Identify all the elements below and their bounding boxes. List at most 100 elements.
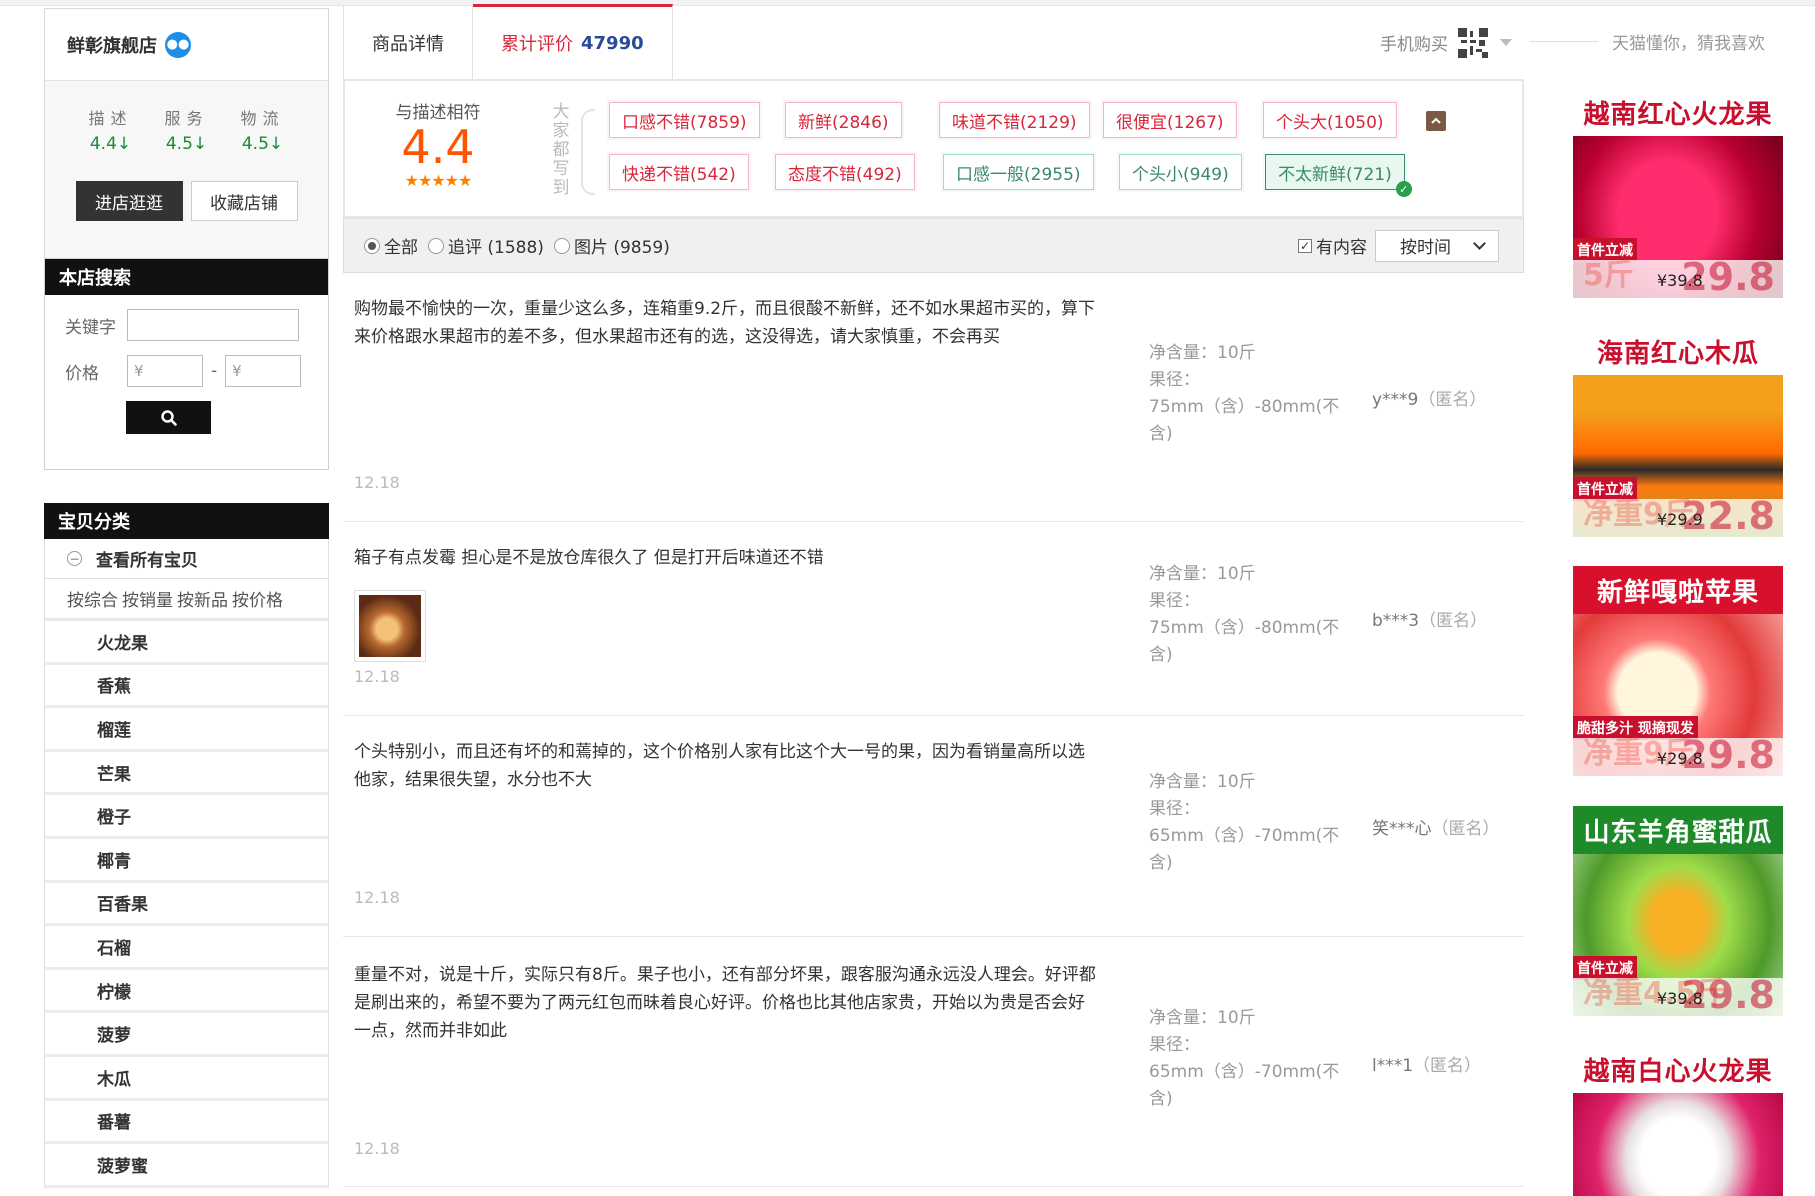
- category-item[interactable]: 火龙果: [44, 621, 329, 665]
- arrow-down-icon: ↓: [268, 134, 284, 154]
- product-title: 新鲜嘎啦苹果: [1573, 566, 1783, 614]
- sort-select[interactable]: 按时间: [1375, 229, 1499, 262]
- keyword-input[interactable]: [127, 309, 299, 341]
- recommend-item[interactable]: 山东羊角蜜甜瓜 首件立减 净重4.5斤 29.8 ¥39.8: [1573, 806, 1783, 1016]
- review-sku: 净含量：10斤 果径： 65mm（含）-70mm(不含): [1149, 1005, 1349, 1113]
- tag-positive[interactable]: 快递不错(542): [609, 154, 749, 190]
- review-text: 箱子有点发霉 担心是不是放仓库很久了 但是打开后味道还不错: [354, 548, 824, 568]
- rating-service: 服务 4.5↓: [163, 105, 211, 154]
- category-item[interactable]: 芒果: [44, 751, 329, 796]
- category-item[interactable]: 香蕉: [44, 664, 329, 709]
- anonymous-label: （匿名）: [1418, 390, 1487, 410]
- tab-reviews-count: 47990: [581, 32, 644, 54]
- shop-ratings: 描述 4.4↓ 服务 4.5↓ 物流 4.5↓: [45, 81, 328, 154]
- category-item[interactable]: 菠萝蜜: [44, 1144, 329, 1188]
- check-icon: ✓: [1395, 181, 1412, 197]
- product-price: ¥29.8: [1657, 749, 1703, 768]
- sort-new[interactable]: 按新品: [177, 586, 228, 611]
- tab-product-detail[interactable]: 商品详情: [344, 6, 473, 79]
- recommend-item[interactable]: 越南白心火龙果: [1573, 1045, 1783, 1196]
- score-box: 与描述相符 4.4 ★★★★★: [383, 98, 493, 190]
- tag-negative[interactable]: 个头小(949): [1119, 154, 1242, 190]
- review-date: 12.18: [354, 888, 400, 907]
- review-tags-panel: 与描述相符 4.4 ★★★★★ 大家都写到 口感不错(7859) 新鲜(2846…: [343, 81, 1524, 218]
- rating-logistics: 物流 4.5↓: [239, 105, 287, 154]
- filter-followup[interactable]: 追评 (1588): [428, 233, 544, 258]
- category-item[interactable]: 木瓜: [44, 1056, 329, 1101]
- wangwang-chat-icon[interactable]: ●●: [165, 31, 191, 58]
- category-item[interactable]: 菠萝: [44, 1013, 329, 1057]
- tag-positive[interactable]: 味道不错(2129): [939, 102, 1090, 138]
- review-item: 箱子有点发霉 担心是不是放仓库很久了 但是打开后味道还不错 12.18 净含量：…: [343, 522, 1524, 716]
- tag-positive[interactable]: 口感不错(7859): [609, 102, 760, 138]
- rating-value: 4.5↓: [165, 134, 208, 154]
- tag-positive[interactable]: 态度不错(492): [775, 154, 915, 190]
- has-content-label: 有内容: [1316, 238, 1367, 258]
- sort-price[interactable]: 按价格: [232, 586, 283, 611]
- category-item[interactable]: 橙子: [44, 795, 329, 839]
- price-row: 价格 ¥ - ¥: [45, 355, 328, 387]
- filter-all-label: 全部: [384, 238, 418, 258]
- review-user: b***3（匿名）: [1372, 606, 1487, 631]
- sku-size-label: 果径：: [1149, 591, 1200, 611]
- user-name: 笑***心: [1372, 819, 1432, 839]
- tag-negative[interactable]: 口感一般(2955): [943, 154, 1094, 190]
- favorite-shop-button[interactable]: 收藏店铺: [190, 181, 298, 221]
- price-min-input[interactable]: ¥: [127, 355, 203, 387]
- mobile-buy[interactable]: 手机购买: [1380, 27, 1524, 58]
- collapse-tags-button[interactable]: [1426, 111, 1446, 131]
- recommend-item[interactable]: 越南红心火龙果 首件立减 5斤 29.8 ¥39.8: [1573, 88, 1783, 298]
- tag-positive[interactable]: 新鲜(2846): [785, 102, 902, 138]
- product-title: 越南红心火龙果: [1573, 88, 1783, 136]
- category-item[interactable]: 榴莲: [44, 708, 329, 752]
- filter-pics[interactable]: 图片 (9859): [553, 233, 670, 258]
- review-text: 购物最不愉快的一次，重量少这么多，连箱重9.2斤，而且很酸不新鲜，还不如水果超市…: [354, 299, 1096, 347]
- divider: [1530, 40, 1598, 42]
- sort-sales[interactable]: 按销量: [122, 586, 173, 611]
- review-user: l***1（匿名）: [1372, 1051, 1481, 1076]
- category-sorts: 按综合 按销量 按新品 按价格: [44, 579, 329, 621]
- radio-selected-icon[interactable]: [364, 237, 380, 254]
- rating-label: 物流: [240, 109, 285, 128]
- anonymous-label: （匿名）: [1419, 611, 1488, 631]
- sku-size-value: 65mm（含）-70mm(不含): [1149, 1062, 1340, 1109]
- radio-icon[interactable]: [553, 237, 570, 254]
- collapse-icon[interactable]: −: [67, 551, 82, 566]
- search-button[interactable]: [126, 401, 211, 434]
- rating-label: 描述: [88, 109, 133, 128]
- category-item[interactable]: 番薯: [44, 1100, 329, 1145]
- review-photo-image: [359, 595, 421, 657]
- recommend-item[interactable]: 新鲜嘎啦苹果 脆甜多汁 现摘现发 净重9斤 29.8 ¥29.8: [1573, 566, 1783, 776]
- sort-select-value: 按时间: [1400, 238, 1451, 258]
- review-sku: 净含量：10斤 果径： 65mm（含）-70mm(不含): [1149, 769, 1349, 877]
- mobile-buy-label: 手机购买: [1380, 35, 1448, 55]
- filter-all[interactable]: 全部: [364, 233, 418, 258]
- chevron-down-icon[interactable]: [1500, 39, 1512, 46]
- enter-shop-button[interactable]: 进店逛逛: [75, 181, 183, 221]
- tag-positive[interactable]: 很便宜(1267): [1103, 102, 1237, 138]
- radio-icon[interactable]: [428, 237, 444, 254]
- recommend-header: 天猫懂你，猜我喜欢: [1530, 26, 1815, 56]
- tag-positive[interactable]: 个头大(1050): [1263, 102, 1397, 138]
- product-title: 山东羊角蜜甜瓜: [1573, 806, 1783, 854]
- tab-reviews[interactable]: 累计评价 47990: [473, 4, 673, 79]
- review-photo[interactable]: [354, 590, 426, 662]
- category-item[interactable]: 百香果: [44, 882, 329, 927]
- filter-pics-label: 图片 (9859): [573, 238, 670, 258]
- has-content-checkbox[interactable]: ✓ 有内容: [1298, 233, 1367, 258]
- price-label: 价格: [65, 363, 99, 384]
- sort-comprehensive[interactable]: 按综合: [67, 586, 118, 611]
- category-item[interactable]: 石榴: [44, 926, 329, 970]
- view-all-items[interactable]: − 查看所有宝贝: [44, 539, 329, 579]
- arrow-down-icon: ↓: [192, 134, 208, 154]
- category-item[interactable]: 柠檬: [44, 969, 329, 1014]
- price-max-input[interactable]: ¥: [225, 355, 302, 387]
- shop-name[interactable]: 鲜彰旗舰店: [67, 32, 157, 58]
- recommend-item[interactable]: 海南红心木瓜 首件立减 净重9斤 22.8 ¥29.9: [1573, 327, 1783, 537]
- promo-weight: 5斤: [1583, 258, 1634, 293]
- tag-negative-selected[interactable]: 不太新鲜(721) ✓: [1265, 154, 1412, 197]
- review-item: 重量不对，说是十斤，实际只有8斤。果子也小，还有部分坏果，跟客服沟通永远没人理会…: [343, 937, 1524, 1187]
- qr-code-icon[interactable]: [1458, 27, 1488, 58]
- checkbox-checked-icon[interactable]: ✓: [1298, 238, 1312, 253]
- category-item[interactable]: 椰青: [44, 838, 329, 883]
